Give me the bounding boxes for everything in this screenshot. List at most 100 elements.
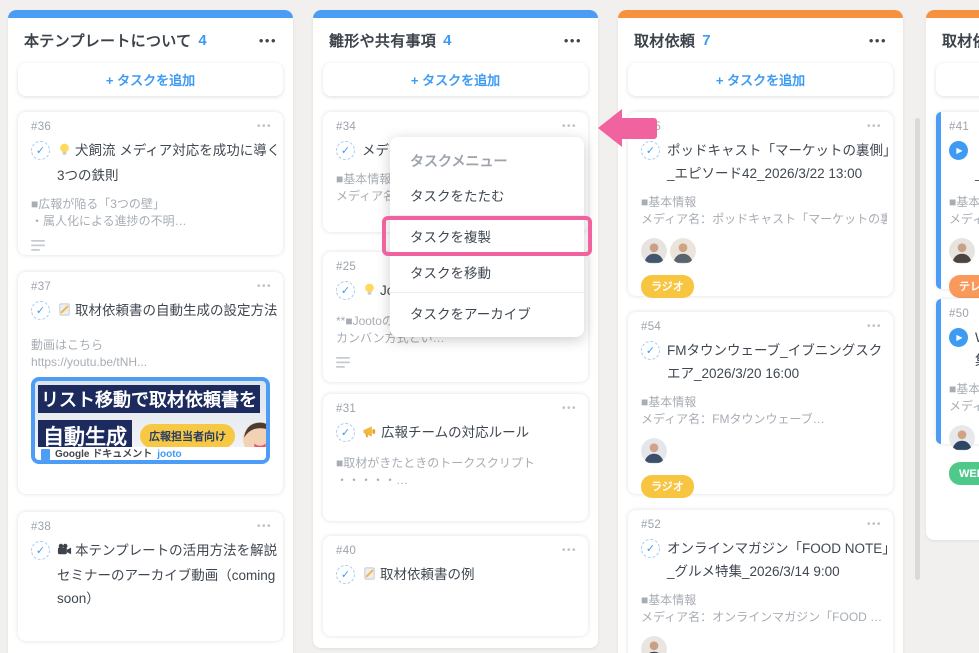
column-task-count: 7: [702, 32, 710, 49]
column-title: 雛形や共有事項: [329, 30, 436, 51]
task-number: #37: [31, 281, 277, 293]
task-check-icon[interactable]: ✓: [641, 539, 660, 558]
avatar: [670, 238, 696, 264]
task-check-icon[interactable]: ✓: [641, 341, 660, 360]
task-description: ■基本情報 メディア名：ポッドキャスト「マーケットの裏…: [641, 194, 887, 227]
card-menu-icon[interactable]: •••: [562, 403, 577, 414]
task-check-icon[interactable]: ✓: [336, 141, 355, 160]
task-description: ■基本情報 メディア名：FMタウンウェーブ…: [641, 394, 887, 427]
movie-camera-emoji-icon: [57, 541, 72, 564]
column-title: 本テンプレートについて: [24, 30, 191, 51]
task-title: 本テンプレートの活用方法を解説 セミナーのアーカイブ動画（coming soon…: [57, 539, 277, 610]
task-card[interactable]: #55 ••• ✓ ポッドキャスト「マーケットの裏側」 _エピソード42_202…: [628, 112, 893, 296]
column-header: 本テンプレートについて 4 •••: [8, 18, 293, 57]
task-check-icon[interactable]: ✓: [336, 423, 355, 442]
task-number: #50: [949, 308, 979, 320]
task-title: W 集: [975, 326, 979, 372]
label-badge: ラジオ: [641, 275, 694, 298]
task-description: ■基本情報 メディア名：オンラインマガジン「FOOD …: [641, 592, 887, 625]
video-thumbnail[interactable]: リスト移動で取材依頼書を 自動生成 広報担当者向け Google ドキュメント …: [31, 377, 270, 464]
task-card[interactable]: #52 ••• ✓ オンラインマガジン「FOOD NOTE」 _グルメ特集_20…: [628, 510, 893, 653]
menu-item-move-task[interactable]: タスクを移動: [390, 254, 584, 290]
menu-item-collapse-task[interactable]: タスクをたたむ: [390, 177, 584, 213]
column-title: 取材依頼: [634, 30, 695, 51]
column-task-count: 4: [443, 32, 451, 49]
task-check-icon[interactable]: ✓: [31, 141, 50, 160]
column-more-icon[interactable]: •••: [564, 36, 582, 46]
column-color-bar: [8, 10, 293, 18]
brand-text-left: Google ドキュメント: [55, 448, 152, 460]
card-menu-icon[interactable]: •••: [867, 121, 882, 132]
memo-emoji-icon: [362, 565, 377, 588]
card-menu-icon[interactable]: •••: [257, 521, 272, 532]
avatar: [641, 438, 667, 464]
task-title: 取材依頼書の自動生成の設定方法: [57, 299, 278, 324]
column-header: 雛形や共有事項 4 •••: [313, 18, 598, 57]
add-task-button[interactable]: + タスクを追加: [628, 63, 893, 96]
task-description: 動画はこちら https://youtu.be/tNH...: [31, 337, 277, 370]
task-card[interactable]: #36 ••• ✓ 犬飼流 メディア対応を成功に導く 3つの鉄則 ■広報が陥る「…: [18, 112, 283, 255]
task-title: オンラインマガジン「FOOD NOTE」 _グルメ特集_2026/3/14 9:…: [667, 537, 896, 583]
task-card[interactable]: #38 ••• ✓ 本テンプレートの活用方法を解説 セミナーのアーカイブ動画（c…: [18, 512, 283, 641]
lightbulb-emoji-icon: [362, 281, 377, 304]
card-menu-icon[interactable]: •••: [562, 121, 577, 132]
card-menu-icon[interactable]: •••: [562, 545, 577, 556]
add-task-button[interactable]: + タスクを追加: [323, 63, 588, 96]
column-more-icon[interactable]: •••: [259, 36, 277, 46]
task-card[interactable]: #50 ••• ▶ W 集 ■基本情報 メディア名 WEBメディア: [936, 299, 979, 444]
assignee-avatars: [641, 438, 887, 464]
task-title: ポッドキャスト「マーケットの裏側」 _エピソード42_2026/3/22 13:…: [667, 139, 897, 185]
menu-item-duplicate-task[interactable]: タスクを複製: [390, 218, 584, 254]
task-check-icon[interactable]: ✓: [31, 301, 50, 320]
label-badge: WEBメディア: [949, 462, 979, 485]
task-context-menu: タスクメニュー タスクをたたむ タスクを複製 タスクを移動 タスクをアーカイブ: [390, 137, 584, 337]
card-menu-icon[interactable]: •••: [867, 519, 882, 530]
checklist-icon: [336, 356, 582, 374]
column-about-template: 本テンプレートについて 4 ••• + タスクを追加 #36 ••• ✓ 犬飼流…: [8, 10, 293, 653]
thumbnail-headline: リスト移動で取材依頼書を: [38, 385, 260, 413]
task-description: ■取材がきたときのトークスクリプト ・・・・・…: [336, 455, 582, 488]
add-task-button[interactable]: + タスクを追加: [18, 63, 283, 96]
task-title: ト _2: [975, 139, 979, 185]
lightbulb-emoji-icon: [57, 141, 72, 164]
megaphone-emoji-icon: [362, 423, 378, 446]
task-card[interactable]: #54 ••• ✓ FMタウンウェーブ_イブニングスク エア_2026/3/20…: [628, 312, 893, 494]
task-check-icon[interactable]: ✓: [336, 281, 355, 300]
task-title: FMタウンウェーブ_イブニングスク エア_2026/3/20 16:00: [667, 339, 882, 385]
task-card[interactable]: #40 ••• ✓ 取材依頼書の例: [323, 536, 588, 636]
menu-title: タスクメニュー: [390, 143, 584, 177]
card-menu-icon[interactable]: •••: [867, 321, 882, 332]
task-card[interactable]: #41 ••• ▶ ト _2 ■基本情報 メディア名 テレビ取材: [936, 112, 979, 289]
assignee-avatars: [641, 636, 887, 653]
task-card[interactable]: #37 ••• ✓ 取材依頼書の自動生成の設定方法 動画はこちら https:/…: [18, 272, 283, 494]
assignee-avatars: [641, 238, 887, 264]
menu-divider: [390, 292, 584, 293]
menu-divider: [390, 215, 584, 216]
thumbnail-speech-bubble: 広報担当者向け: [140, 424, 235, 448]
task-number: #36: [31, 121, 277, 133]
label-badge: ラジオ: [641, 475, 694, 498]
task-check-icon[interactable]: ✓: [336, 565, 355, 584]
column-more-icon[interactable]: •••: [869, 36, 887, 46]
column-color-bar: [618, 10, 903, 18]
task-number: #52: [641, 519, 887, 531]
thumbnail-brand-strip: Google ドキュメント jooto: [35, 447, 266, 460]
column-color-bar: [926, 10, 979, 18]
menu-item-archive-task[interactable]: タスクをアーカイブ: [390, 295, 584, 331]
task-title: 取材依頼書の例: [362, 563, 475, 588]
arrow-head: [598, 109, 622, 147]
card-menu-icon[interactable]: •••: [257, 121, 272, 132]
add-task-button[interactable]: + タスクを追加: [936, 63, 979, 96]
task-in-progress-icon[interactable]: ▶: [949, 328, 968, 347]
task-card[interactable]: #31 ••• ✓ 広報チームの対応ルール ■取材がきたときのトークスクリプト …: [323, 394, 588, 521]
task-number: #54: [641, 321, 887, 333]
label-badge: テレビ取材: [949, 275, 979, 298]
card-menu-icon[interactable]: •••: [257, 281, 272, 292]
annotation-arrow: [598, 108, 658, 148]
assignee-avatars: [949, 238, 979, 264]
task-check-icon[interactable]: ✓: [31, 541, 50, 560]
avatar: [949, 425, 975, 451]
task-in-progress-icon[interactable]: ▶: [949, 141, 968, 160]
brand-text-right: jooto: [157, 448, 181, 460]
column-scrollbar[interactable]: [915, 118, 920, 580]
